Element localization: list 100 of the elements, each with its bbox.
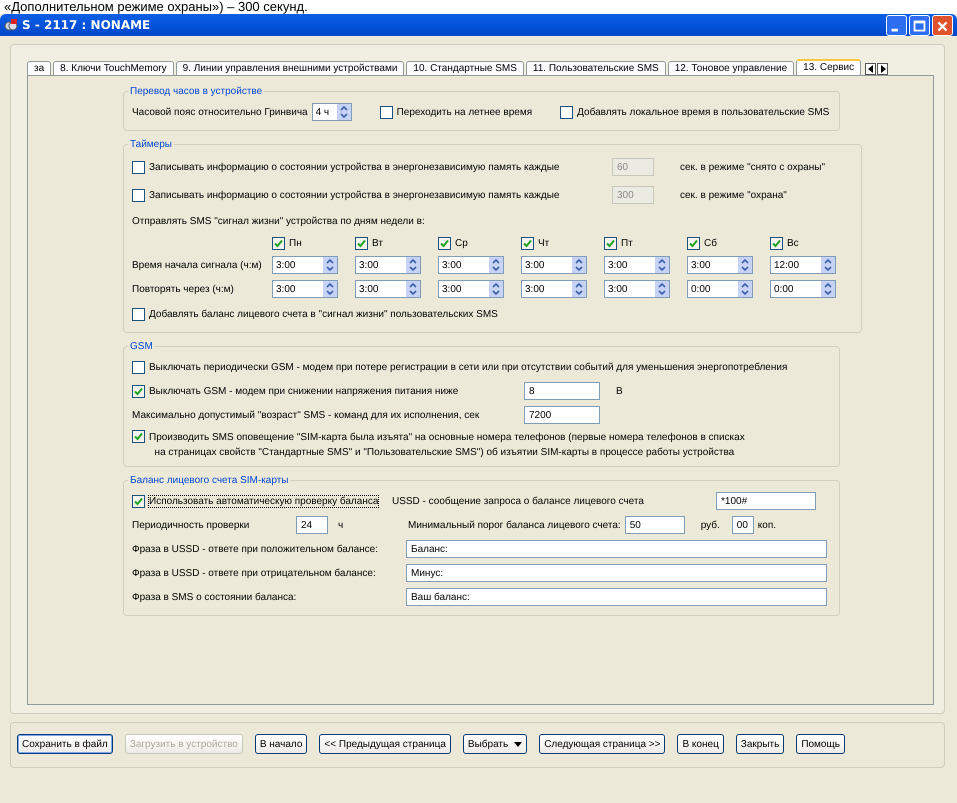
maximize-icon[interactable] [909, 14, 930, 36]
spin-field[interactable]: 4 ч [312, 103, 352, 121]
phrase-label: Фраза в SMS о состоянии баланса: [132, 592, 298, 602]
spin-field[interactable]: 3:00 [521, 256, 587, 274]
checkbox[interactable] [132, 384, 145, 398]
spin-field[interactable]: 3:00 [438, 256, 504, 274]
spin-field[interactable]: 3:00 [438, 280, 504, 298]
input-field[interactable]: 7200 [524, 406, 600, 424]
spinner-icon[interactable] [572, 257, 586, 273]
timezone-label: Часовой пояс относительно Гринвича [132, 106, 308, 118]
spin-field[interactable]: 3:00 [272, 256, 338, 274]
checkbox[interactable] [604, 237, 617, 250]
checkbox[interactable] [132, 360, 145, 374]
spin-field[interactable]: 0:00 [687, 280, 753, 298]
input-field[interactable]: Ваш баланс: [406, 588, 827, 606]
tab[interactable]: 13. Сервис [796, 59, 862, 75]
minimize-icon[interactable] [886, 14, 907, 36]
tab[interactable]: 9. Линии управления внешними устройствами [176, 61, 404, 75]
action-button[interactable]: Закрыть [736, 734, 784, 754]
day-label: Чт [538, 238, 550, 249]
input-field[interactable]: Баланс: [406, 540, 827, 558]
spinner-icon[interactable] [323, 281, 337, 297]
close-icon[interactable] [932, 14, 953, 36]
tab[interactable]: 10. Стандартные SMS [406, 61, 524, 75]
spin-field[interactable]: 3:00 [521, 280, 587, 298]
threshold-label: Минимальный порог баланса лицевого счета: [408, 520, 621, 530]
spin-field[interactable]: 3:00 [355, 280, 421, 298]
checkbox[interactable] [355, 237, 368, 250]
checkbox[interactable] [132, 308, 145, 320]
spinner-icon[interactable] [323, 257, 337, 273]
checkbox-label: Выключать GSM - модем при снижении напряжения питания ниже [149, 386, 458, 396]
checkbox-label: Переходить на летнее время [396, 106, 532, 118]
unit-label: сек. в режиме "охрана" [680, 190, 787, 200]
checkbox[interactable] [770, 237, 783, 250]
spin-field[interactable]: 0:00 [770, 280, 836, 298]
input-field[interactable]: Минус: [406, 564, 827, 582]
spinner-icon[interactable] [655, 281, 669, 297]
spinner-icon[interactable] [406, 257, 420, 273]
repeat-label: Повторять через (ч:м) [132, 284, 235, 294]
app-icon [4, 18, 18, 32]
spin-field[interactable]: 3:00 [687, 256, 753, 274]
spin-field[interactable]: 12:00 [770, 256, 836, 274]
spinner-icon[interactable] [655, 257, 669, 273]
group-title: Перевод часов в устройстве [129, 86, 264, 97]
spin-field[interactable]: 3:00 [604, 280, 670, 298]
spinner-icon[interactable] [821, 281, 835, 297]
checkbox[interactable] [687, 237, 700, 250]
action-button[interactable]: Выбрать [462, 734, 528, 754]
checkbox[interactable] [438, 237, 451, 250]
input-field[interactable]: *100# [716, 492, 816, 510]
action-button[interactable]: В конец [677, 734, 724, 754]
checkbox[interactable] [521, 237, 534, 250]
input-field[interactable]: 24 [296, 516, 328, 534]
unit-label: В [616, 386, 623, 396]
max-age-label: Максимально допустимый "возраст" SMS - команд для их исполнения, сек [132, 410, 480, 420]
group-title: Баланс лицевого счета SIM-карты [129, 475, 290, 486]
spinner-icon[interactable] [821, 257, 835, 273]
action-button[interactable]: << Предыдущая страница [319, 734, 451, 754]
checkbox[interactable] [132, 494, 145, 508]
tab[interactable]: 11. Пользовательские SMS [526, 61, 666, 75]
day-label: Вс [787, 238, 799, 249]
unit-label: ч [338, 520, 344, 530]
start-time-label: Время начала сигнала (ч:м) [132, 260, 263, 270]
checkbox[interactable] [132, 430, 145, 443]
day-label: Сб [704, 238, 717, 249]
spin-field[interactable]: 3:00 [272, 280, 338, 298]
action-button[interactable]: Помощь [796, 734, 845, 754]
spinner-icon[interactable] [489, 281, 503, 297]
scroll-left-icon[interactable] [865, 63, 876, 75]
checkbox[interactable] [272, 237, 285, 250]
checkbox[interactable] [380, 106, 393, 118]
day-label: Вт [372, 238, 383, 249]
action-button[interactable]: Следующая страница >> [539, 734, 666, 754]
spinner-icon[interactable] [489, 257, 503, 273]
group-title: Таймеры [129, 139, 173, 150]
input-field[interactable]: 8 [524, 382, 600, 400]
spin-field[interactable]: 3:00 [604, 256, 670, 274]
scroll-right-icon[interactable] [877, 63, 888, 75]
spin-field[interactable]: 3:00 [355, 256, 421, 274]
spinner-icon[interactable] [738, 257, 752, 273]
action-button[interactable]: В начало [254, 734, 308, 754]
spinner-icon[interactable] [336, 104, 351, 120]
input-field[interactable]: 50 [624, 516, 685, 534]
period-label: Периодичность проверки [132, 520, 250, 530]
spinner-icon[interactable] [738, 281, 752, 297]
action-button[interactable]: Сохранить в файл [17, 734, 113, 754]
tab[interactable]: 12. Тоновое управление [668, 61, 794, 75]
tab[interactable]: за [27, 61, 52, 75]
spinner-icon[interactable] [572, 281, 586, 297]
unit-label: руб. [700, 520, 720, 530]
spinner-icon[interactable] [406, 281, 420, 297]
group-title: GSM [129, 341, 154, 352]
input-field[interactable]: 00 [732, 516, 754, 534]
phrase-label: Фраза в USSD - ответе при положительном балансе: [132, 544, 380, 554]
phrase-label: Фраза в USSD - ответе при отрицательном балансе: [132, 568, 377, 578]
day-label: Ср [455, 238, 468, 249]
checkbox-label: Записывать информацию о состоянии устройства в энергонезависимую память каждые [149, 162, 560, 172]
checkbox-label: Добавлять локальное время в пользовательские SMS [577, 106, 830, 118]
checkbox[interactable] [560, 106, 574, 118]
tab[interactable]: 8. Ключи TouchMemory [53, 61, 174, 75]
